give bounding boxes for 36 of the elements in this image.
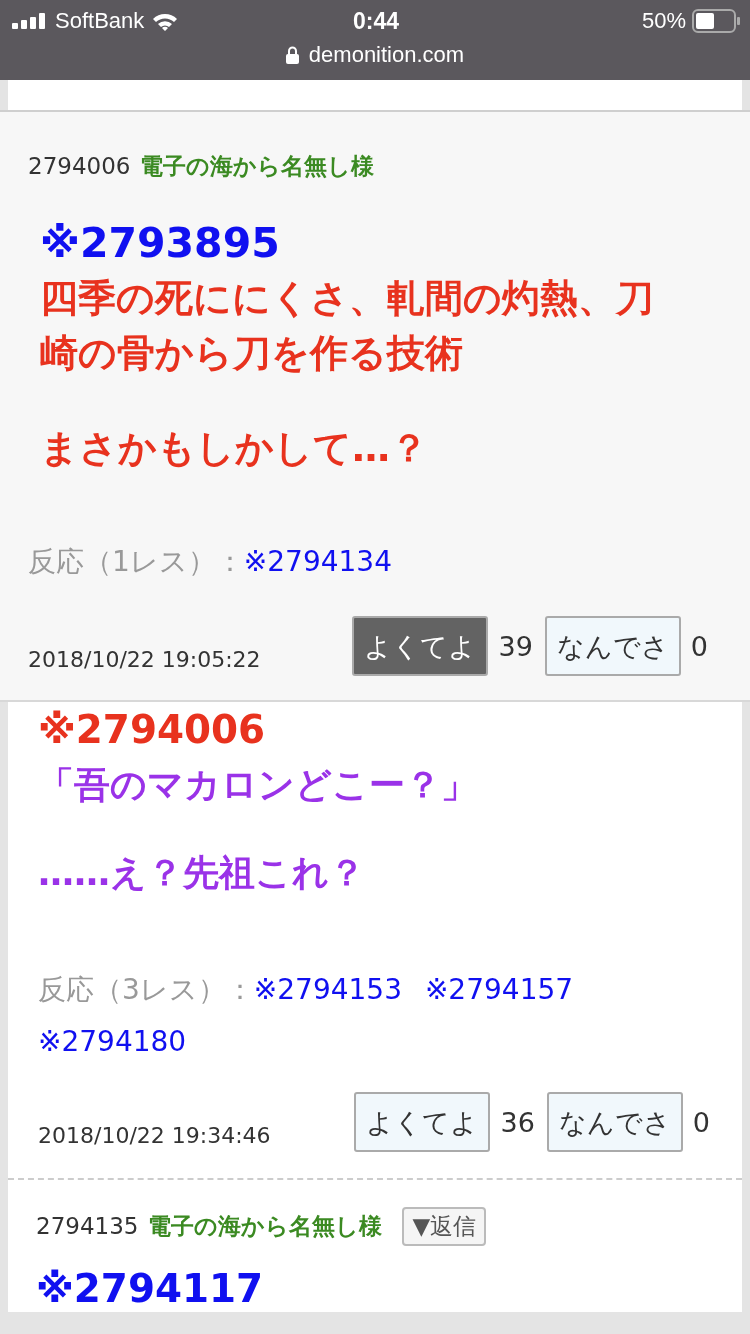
battery-icon (692, 9, 740, 33)
reactions-label: 反応（1レス）： (28, 545, 244, 578)
vote-button[interactable]: よくてよ (354, 1092, 491, 1152)
anchor-link[interactable]: ※2794117 (36, 1266, 712, 1312)
reply-button[interactable]: ▼返信 (402, 1206, 487, 1246)
post-text: ……え？先祖これ？ (38, 851, 366, 895)
reaction-link[interactable]: ※2794153 (253, 973, 402, 1006)
vote-count: 39 (498, 630, 533, 662)
reactions-label: 反応（3レス）： (38, 973, 254, 1006)
post-text: 四季の死ににくさ、軋間の灼熱、刀崎の骨から刀を作る技術 (40, 275, 655, 377)
wifi-icon (152, 11, 179, 31)
clock-time: 0:44 (353, 7, 400, 35)
poster-name: 電子の海から名無し様 (140, 151, 375, 181)
reaction-link[interactable]: ※2794157 (424, 973, 574, 1006)
vote-count: 0 (690, 630, 708, 662)
lock-icon (285, 46, 299, 64)
post-number: 2794006 (28, 153, 131, 179)
signal-icon (12, 13, 47, 29)
anchor-link[interactable]: ※2794006 (38, 702, 698, 757)
post-number: 2794135 (36, 1213, 139, 1239)
post-date: 2018/10/22 19:34:46 (38, 1123, 272, 1150)
post-text: 「吾のマカロンどこー？」 (38, 763, 478, 807)
battery-percent: 50% (641, 8, 686, 34)
reaction-link[interactable]: ※2794134 (243, 545, 392, 578)
post-date: 2018/10/22 19:05:22 (28, 647, 262, 674)
post-text: まさかもしかして…？ (40, 425, 429, 472)
vote-button[interactable]: よくてよ (352, 616, 489, 676)
reaction-link[interactable]: ※2794180 (38, 1025, 187, 1058)
vote-count: 0 (692, 1106, 710, 1138)
poster-name: 電子の海から名無し様 (148, 1211, 383, 1241)
vote-count: 36 (500, 1106, 535, 1138)
page-url: demonition.com (308, 42, 465, 68)
carrier-name: SoftBank (55, 8, 145, 34)
vote-button[interactable]: なんでさ (544, 616, 681, 676)
anchor-link[interactable]: ※2793895 (40, 216, 690, 271)
vote-button[interactable]: なんでさ (546, 1092, 683, 1152)
